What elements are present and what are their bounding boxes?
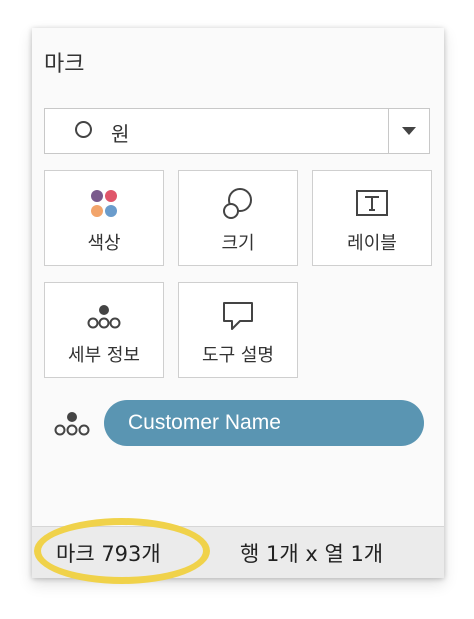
mark-type-dropdown[interactable]: 원	[44, 108, 430, 154]
row-column-count: 행 1개 x 열 1개	[240, 542, 384, 566]
speech-bubble-icon	[223, 302, 253, 330]
color-button[interactable]: 색상	[44, 170, 164, 266]
detail-label: 세부 정보	[68, 345, 140, 366]
label-button[interactable]: 레이블	[312, 170, 432, 266]
circle-icon	[75, 121, 92, 138]
color-dots-icon	[91, 190, 117, 217]
label-label: 레이블	[347, 233, 397, 254]
detail-dots-icon	[54, 412, 90, 436]
panel-title: 마크	[44, 52, 85, 77]
size-label: 크기	[221, 233, 255, 254]
detail-shelf: Customer Name	[52, 400, 424, 446]
size-circles-icon	[223, 188, 252, 219]
mark-type-value: 원	[111, 122, 130, 146]
status-bar: 마크 793개 행 1개 x 열 1개	[32, 526, 444, 578]
color-label: 색상	[87, 233, 121, 254]
size-button[interactable]: 크기	[178, 170, 298, 266]
chevron-down-icon[interactable]	[402, 127, 416, 135]
mark-count: 마크 793개	[56, 542, 161, 566]
detail-dots-icon	[87, 305, 121, 329]
detail-button[interactable]: 세부 정보	[44, 282, 164, 378]
customer-name-pill[interactable]: Customer Name	[104, 400, 424, 446]
tooltip-label: 도구 설명	[202, 345, 274, 366]
text-box-icon	[356, 190, 388, 216]
dropdown-divider	[388, 109, 389, 153]
marks-card: 마크 원 색상 크기 레이블 세부 정보 도구 설명 Customer Name…	[32, 28, 444, 578]
tooltip-button[interactable]: 도구 설명	[178, 282, 298, 378]
